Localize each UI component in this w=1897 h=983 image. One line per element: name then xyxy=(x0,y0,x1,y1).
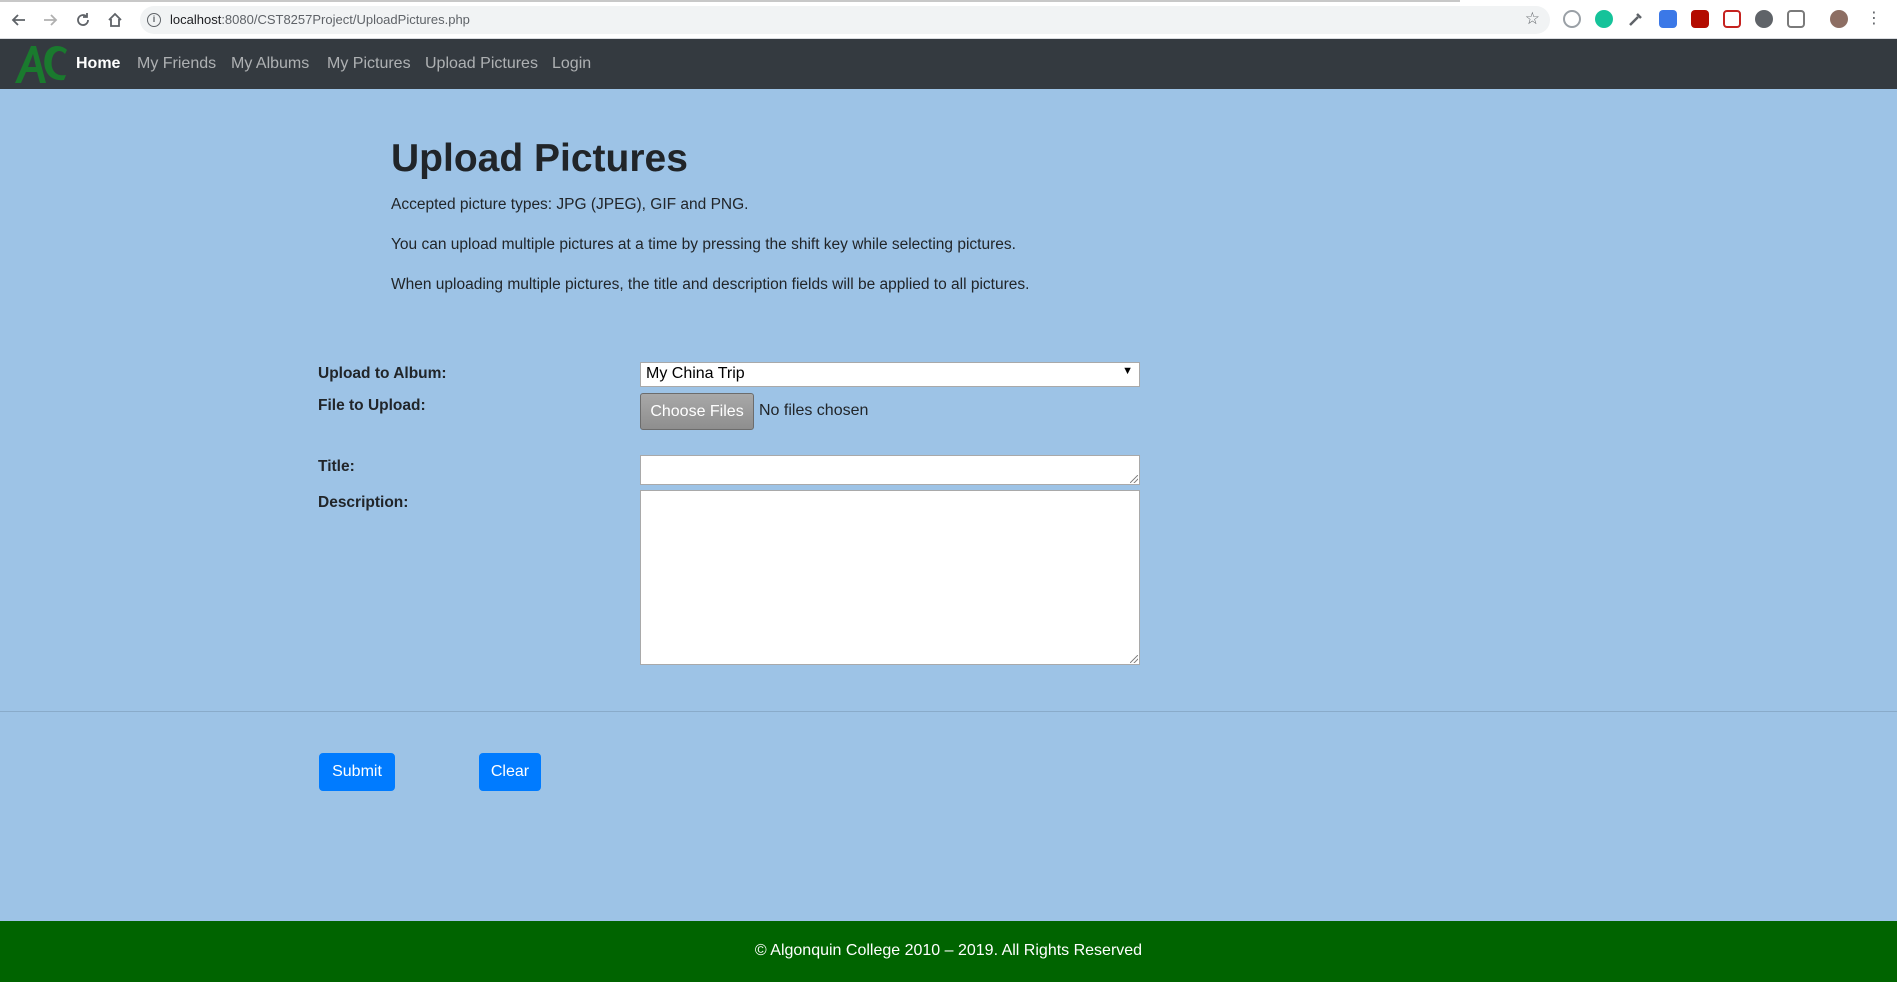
main-navbar: Home My Friends My Albums My Pictures Up… xyxy=(0,39,1897,89)
main-content: Upload Pictures Accepted picture types: … xyxy=(0,89,1897,921)
gear-icon[interactable] xyxy=(1755,10,1773,28)
no-files-text: No files chosen xyxy=(759,402,869,419)
album-label: Upload to Album: xyxy=(318,365,447,382)
choose-files-button[interactable]: Choose Files xyxy=(640,393,754,430)
url-path: :8080/CST8257Project/UploadPictures.php xyxy=(221,12,470,27)
pdf-icon[interactable] xyxy=(1691,10,1709,28)
clear-button[interactable]: Clear xyxy=(479,753,541,791)
resize-grip-icon[interactable] xyxy=(1130,475,1138,483)
nav-upload-pictures[interactable]: Upload Pictures xyxy=(425,55,538,73)
title-label: Title: xyxy=(318,458,355,475)
footer-copyright: © Algonquin College 2010 – 2019. All Rig… xyxy=(754,942,1143,959)
nav-home[interactable]: Home xyxy=(76,55,120,73)
star-icon[interactable]: ☆ xyxy=(1525,9,1540,29)
nav-login[interactable]: Login xyxy=(552,55,591,73)
brand-logo[interactable] xyxy=(12,42,70,86)
nav-my-friends[interactable]: My Friends xyxy=(137,55,216,73)
url-host: localhost xyxy=(170,12,222,27)
album-select-value: My China Trip xyxy=(646,365,745,382)
extension-icon-4[interactable] xyxy=(1659,10,1677,28)
form-divider xyxy=(0,711,1897,712)
url-text: localhost:8080/CST8257Project/UploadPict… xyxy=(170,12,470,27)
pocket-icon[interactable] xyxy=(1723,10,1741,28)
intro-accepted-types: Accepted picture types: JPG (JPEG), GIF … xyxy=(391,196,749,213)
grammarly-icon[interactable] xyxy=(1595,10,1613,28)
page-footer: © Algonquin College 2010 – 2019. All Rig… xyxy=(0,921,1897,982)
page-title: Upload Pictures xyxy=(391,137,688,180)
intro-fields-applied: When uploading multiple pictures, the ti… xyxy=(391,276,1030,293)
browser-toolbar: i localhost:8080/CST8257Project/UploadPi… xyxy=(0,0,1897,39)
reload-icon[interactable] xyxy=(72,9,94,31)
extension-icon-1[interactable] xyxy=(1563,10,1581,28)
title-input[interactable] xyxy=(640,455,1140,485)
album-select[interactable]: My China Trip ▼ xyxy=(640,362,1140,387)
submit-button[interactable]: Submit xyxy=(319,753,395,791)
nav-my-albums[interactable]: My Albums xyxy=(231,55,309,73)
resize-grip-icon[interactable] xyxy=(1130,655,1138,663)
menu-icon[interactable]: ⋮ xyxy=(1865,10,1883,28)
eyedropper-icon[interactable] xyxy=(1627,10,1645,28)
nav-my-pictures[interactable]: My Pictures xyxy=(327,55,411,73)
info-icon[interactable]: i xyxy=(147,13,161,27)
address-bar[interactable]: i localhost:8080/CST8257Project/UploadPi… xyxy=(140,6,1550,34)
intro-multiple-upload: You can upload multiple pictures at a ti… xyxy=(391,236,1016,253)
extension-icon-8[interactable] xyxy=(1787,10,1805,28)
description-textarea[interactable] xyxy=(640,490,1140,665)
back-icon[interactable] xyxy=(8,9,30,31)
chevron-down-icon: ▼ xyxy=(1122,365,1133,377)
home-icon[interactable] xyxy=(104,9,126,31)
profile-avatar[interactable] xyxy=(1830,10,1848,28)
file-label: File to Upload: xyxy=(318,397,426,414)
forward-icon[interactable] xyxy=(39,9,61,31)
description-label: Description: xyxy=(318,494,409,511)
page-load-progress xyxy=(0,0,1460,2)
